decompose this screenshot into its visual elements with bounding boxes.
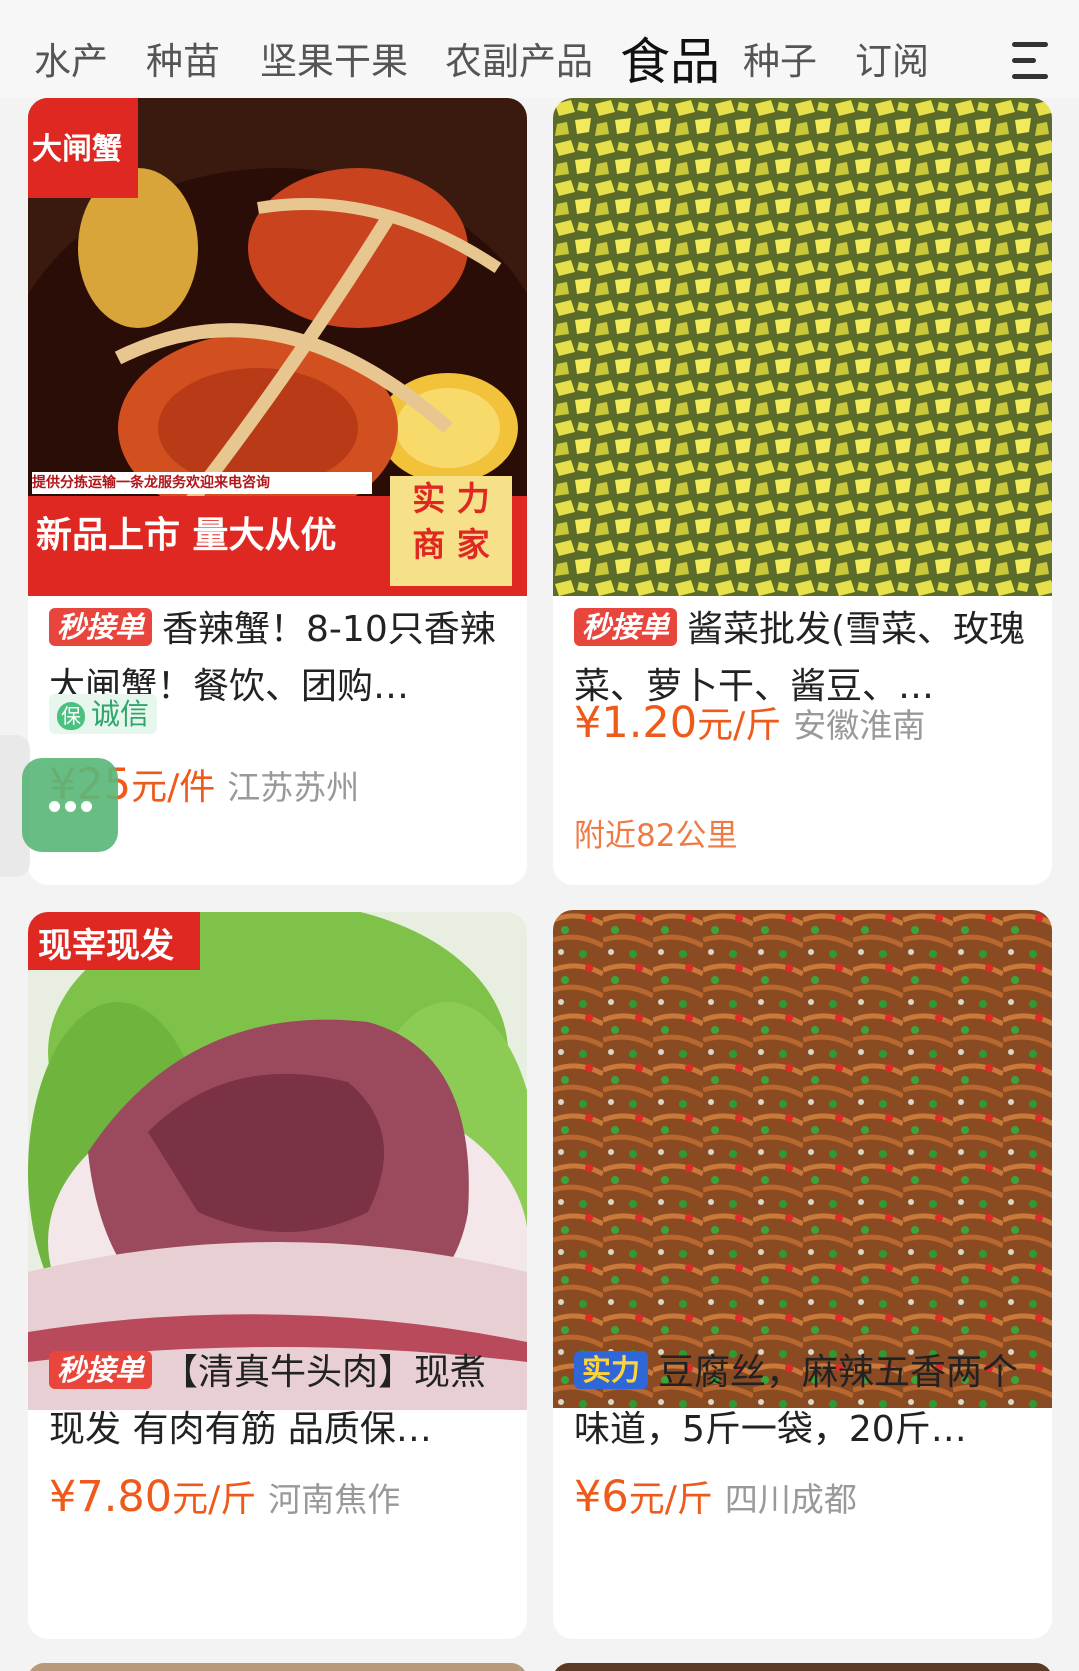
- image-stamp-line2: 商 家: [412, 525, 490, 564]
- distance-label: 附近82公里: [574, 818, 738, 854]
- tab-nuts-dried-fruit[interactable]: 坚果干果: [260, 38, 408, 86]
- price-unit: 元/件: [131, 767, 216, 808]
- trust-label: 诚信: [91, 697, 150, 731]
- next-card-peek: [28, 1663, 527, 1671]
- product-location: 四川成都: [724, 1480, 857, 1519]
- price-row: ¥6元/斤 四川成都: [574, 1472, 857, 1531]
- product-image-pickles[interactable]: [553, 98, 1052, 596]
- strength-merchant-badge: 实力: [574, 1351, 649, 1389]
- tab-aquatic[interactable]: 水产: [34, 38, 108, 86]
- price-row: ¥7.80元/斤 河南焦作: [49, 1472, 400, 1531]
- product-title-wrap[interactable]: 实力 豆腐丝，麻辣五香两个味道，5斤一袋，20斤…: [574, 1344, 1031, 1458]
- tab-food[interactable]: 食品: [620, 32, 720, 92]
- product-price: ¥7.80: [49, 1472, 173, 1522]
- image-stamp-line1: 实 力: [412, 479, 490, 518]
- trust-badge: 保诚信: [49, 694, 158, 734]
- quick-order-badge: 秒接单: [49, 1351, 153, 1389]
- price-unit: 元/斤: [172, 1479, 257, 1520]
- product-location: 安徽淮南: [793, 706, 926, 745]
- next-card-peek: [553, 1663, 1052, 1671]
- product-card[interactable]: 实力 豆腐丝，麻辣五香两个味道，5斤一袋，20斤… ¥6元/斤 四川成都: [553, 910, 1052, 1639]
- product-title-wrap[interactable]: 秒接单 【清真牛头肉】现煮现发 有肉有筋 品质保…: [49, 1344, 506, 1458]
- tab-subscribe[interactable]: 订阅: [855, 38, 929, 86]
- product-image-tofu-strips[interactable]: [553, 910, 1052, 1408]
- image-tag: 现宰现发: [38, 926, 174, 966]
- hamburger-menu-icon[interactable]: [1012, 42, 1052, 80]
- product-location: 江苏苏州: [227, 768, 360, 807]
- tab-agricultural-byproducts[interactable]: 农副产品: [445, 38, 593, 86]
- product-price: ¥1.20: [574, 698, 698, 748]
- category-tab-bar: 水产 种苗 坚果干果 农副产品 食品 种子 订阅: [0, 0, 1079, 98]
- product-card[interactable]: 秒接单 酱菜批发(雪菜、玫瑰菜、萝卜干、酱豆、… ¥1.20元/斤 安徽淮南 附近8…: [553, 98, 1052, 885]
- price-unit: 元/斤: [628, 1479, 713, 1520]
- product-location: 河南焦作: [268, 1480, 401, 1519]
- tab-seeds[interactable]: 种子: [743, 38, 817, 86]
- more-dots-icon[interactable]: [22, 758, 118, 852]
- price-row: ¥1.20元/斤 安徽淮南: [574, 698, 925, 757]
- product-price: ¥6: [574, 1472, 629, 1522]
- price-unit: 元/斤: [697, 705, 782, 746]
- product-card[interactable]: 现宰现发 秒接单 【清真牛头肉】现煮现发 有肉有筋 品质保… ¥7.80元/斤 河南…: [28, 912, 527, 1639]
- product-image-crab[interactable]: 大闸蟹 提供分拣运输一条龙服务欢迎来电咨询 新品上市 量大从优 实 力 商 家: [28, 98, 527, 596]
- image-banner: 新品上市 量大从优: [36, 515, 337, 556]
- quick-order-badge: 秒接单: [49, 608, 153, 646]
- image-tag: 大闸蟹: [32, 132, 122, 167]
- tab-seedlings[interactable]: 种苗: [146, 38, 220, 86]
- quick-order-badge: 秒接单: [574, 608, 678, 646]
- shield-icon: 保: [57, 702, 85, 730]
- image-subline: 提供分拣运输一条龙服务欢迎来电咨询: [32, 472, 372, 494]
- product-image-beef[interactable]: 现宰现发: [28, 912, 527, 1410]
